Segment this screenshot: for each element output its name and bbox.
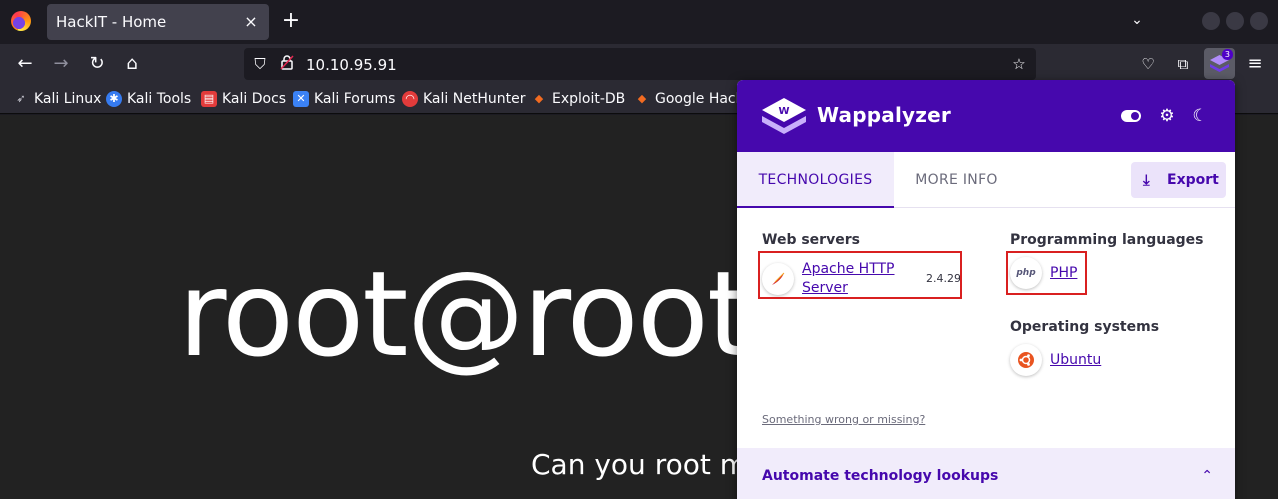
url-bar[interactable]: ⛉ 10.10.95.91 ☆ <box>244 48 1036 80</box>
bookmark-exploit-db[interactable]: ◆ Exploit-DB <box>531 90 626 108</box>
kali-dragon-icon: ➶ <box>16 92 26 105</box>
tab-technologies[interactable]: TECHNOLOGIES <box>737 152 894 208</box>
tab-more-info[interactable]: MORE INFO <box>894 152 1019 208</box>
window-close-button[interactable] <box>1250 12 1268 30</box>
bookmark-label: Kali NetHunter <box>423 91 526 107</box>
home-icon[interactable]: ⌂ <box>120 52 144 76</box>
popup-tabs: TECHNOLOGIES MORE INFO ⤓ Export <box>737 152 1235 208</box>
category-title-operating-systems: Operating systems <box>1010 319 1160 335</box>
star-icon[interactable]: ☆ <box>1009 54 1029 74</box>
feedback-link[interactable]: Something wrong or missing? <box>762 413 925 426</box>
moon-icon[interactable]: ☾ <box>1189 106 1211 126</box>
bookmark-kali-forums[interactable]: ✕ Kali Forums <box>293 90 395 108</box>
category-title-web-servers: Web servers <box>762 232 860 248</box>
ghdb-icon: ◆ <box>637 92 647 105</box>
nethunter-icon: ◠ <box>402 91 418 107</box>
bookmark-label: Kali Docs <box>222 91 287 107</box>
bookmark-kali-docs[interactable]: ▤ Kali Docs <box>201 90 286 108</box>
bookmark-kali-tools[interactable]: ✱ Kali Tools <box>106 90 191 108</box>
chevron-up-icon[interactable]: ⌃ <box>1201 468 1213 484</box>
exploitdb-icon: ◆ <box>534 92 544 105</box>
page-hero-title: root@root <box>178 245 753 383</box>
export-button[interactable]: ⤓ Export <box>1131 162 1226 198</box>
gear-icon[interactable]: ⚙ <box>1156 106 1178 126</box>
navigation-bar: ← → ↻ ⌂ ⛉ 10.10.95.91 ☆ ♡ ⧉ 3 ≡ <box>0 44 1278 84</box>
shield-icon[interactable]: ⛉ <box>250 54 270 74</box>
toggle-switch[interactable] <box>1121 110 1141 122</box>
insecure-lock-icon[interactable] <box>277 54 297 74</box>
automate-section[interactable]: Automate technology lookups ⌃ <box>737 448 1235 499</box>
highlight-box-apache <box>758 251 962 299</box>
tab-title: HackIT - Home <box>56 13 167 31</box>
firefox-icon[interactable] <box>11 11 31 31</box>
bookmark-label: Exploit-DB <box>552 91 626 107</box>
new-tab-icon[interactable]: + <box>280 10 302 32</box>
minimize-button[interactable] <box>1202 12 1220 30</box>
wappalyzer-badge: 3 <box>1221 49 1233 60</box>
maximize-button[interactable] <box>1226 12 1244 30</box>
bookmark-label: Kali Forums <box>314 91 396 107</box>
chevron-down-icon[interactable]: ⌄ <box>1127 10 1147 30</box>
ubuntu-link[interactable]: Ubuntu <box>1050 351 1101 370</box>
download-icon: ⤓ <box>1143 171 1150 189</box>
browser-tab[interactable]: HackIT - Home × <box>47 4 269 40</box>
highlight-box-php <box>1006 251 1087 295</box>
kali-forums-icon: ✕ <box>293 91 309 107</box>
page-subtitle: Can you root me <box>531 448 765 481</box>
bookmark-kali-linux[interactable]: ➶ Kali Linux <box>13 90 101 108</box>
wappalyzer-logo-icon: W <box>762 98 806 134</box>
tech-ubuntu: Ubuntu <box>1010 344 1101 376</box>
category-title-programming-languages: Programming languages <box>1010 232 1204 248</box>
reload-icon[interactable]: ↻ <box>85 52 109 76</box>
extensions-icon[interactable]: ⧉ <box>1171 52 1195 76</box>
kali-docs-icon: ▤ <box>201 91 217 107</box>
menu-icon[interactable]: ≡ <box>1243 52 1267 76</box>
export-label: Export <box>1167 172 1219 188</box>
close-icon[interactable]: × <box>241 12 261 32</box>
ubuntu-icon <box>1010 344 1042 376</box>
wappalyzer-popup: W Wappalyzer ⚙ ☾ TECHNOLOGIES MORE INFO … <box>737 80 1235 499</box>
bookmark-label: Kali Linux <box>34 91 102 107</box>
pocket-icon[interactable]: ♡ <box>1136 52 1160 76</box>
bookmark-kali-nethunter[interactable]: ◠ Kali NetHunter <box>402 90 525 108</box>
bookmark-google-hack[interactable]: ◆ Google Hack <box>634 90 744 108</box>
bookmark-label: Kali Tools <box>127 91 192 107</box>
url-text: 10.10.95.91 <box>306 56 397 74</box>
wappalyzer-extension-button[interactable]: 3 <box>1204 48 1235 79</box>
wappalyzer-title: Wappalyzer <box>817 103 951 127</box>
tab-strip: HackIT - Home × + ⌄ <box>0 0 1278 44</box>
back-icon[interactable]: ← <box>13 52 37 76</box>
svg-text:W: W <box>778 106 789 117</box>
automate-title: Automate technology lookups <box>762 468 999 484</box>
forward-icon[interactable]: → <box>49 52 73 76</box>
bookmark-label: Google Hack <box>655 91 744 107</box>
popup-header: W Wappalyzer ⚙ ☾ <box>737 80 1235 152</box>
kali-tools-icon: ✱ <box>106 91 122 107</box>
